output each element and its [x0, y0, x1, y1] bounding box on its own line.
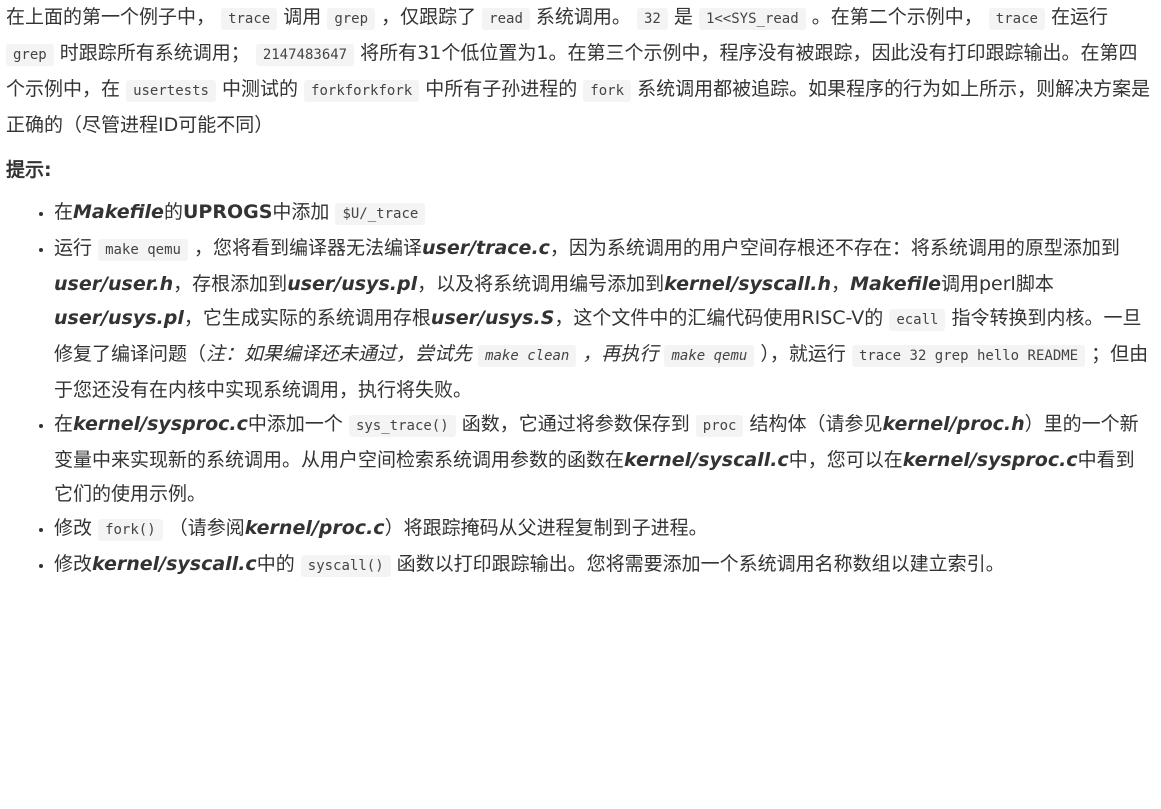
hint-item-makefile: 在Makefile的UPROGS中添加 $U/_trace [54, 195, 1153, 231]
intro-paragraph: 在上面的第一个例子中， trace 调用 grep ，仅跟踪了 read 系统调… [6, 0, 1153, 142]
file-name: kernel/syscall.h [664, 273, 832, 295]
file-name: user/usys.S [430, 307, 555, 329]
inline-code: grep [6, 44, 54, 66]
intro-text: 时跟踪所有系统调用； [59, 42, 250, 64]
hint-text: ，这个文件中的汇编代码使用RISC-V的 [554, 307, 884, 329]
file-name: kernel/sysproc.c [902, 449, 1078, 471]
hint-text: 函数以打印跟踪输出。您将需要添加一个系统调用名称数组以建立索引。 [396, 553, 1005, 575]
inline-code: trace [988, 8, 1045, 30]
hint-text: 调用perl脚本 [941, 273, 1054, 295]
file-name: kernel/syscall.c [624, 449, 789, 471]
hint-text: 在 [54, 413, 74, 435]
hint-text: 在 [54, 201, 74, 223]
intro-text: 。在第二个示例中， [811, 6, 983, 28]
intro-text: ，仅跟踪了 [381, 6, 477, 28]
inline-code: usertests [126, 80, 216, 102]
hint-text: ，因为系统调用的用户空间存根还不存在：将系统调用的原型添加到 [549, 237, 1120, 259]
hints-heading: 提示: [6, 159, 52, 181]
document-body: 在上面的第一个例子中， trace 调用 grep ，仅跟踪了 read 系统调… [0, 0, 1161, 583]
hint-text: 的 [163, 201, 183, 223]
file-name: Makefile [73, 201, 164, 223]
hint-text: ，您将看到编译器无法编译 [193, 237, 422, 259]
hint-text: 修改 [54, 517, 93, 539]
hint-item-sysproc: 在kernel/sysproc.c中添加一个 sys_trace() 函数，它通… [54, 407, 1153, 511]
file-name: user/user.h [54, 273, 174, 295]
inline-code: proc [695, 415, 744, 437]
inline-code: sys_trace() [348, 415, 456, 437]
hint-text: 中添加一个 [247, 413, 343, 435]
file-name: Makefile [850, 273, 941, 295]
inline-code: syscall() [300, 555, 391, 577]
hint-text: 函数，它通过将参数保存到 [461, 413, 690, 435]
inline-code: trace [221, 8, 278, 30]
inline-code: make clean [478, 345, 577, 367]
variable-name: UPROGS [182, 201, 273, 223]
inline-code: $U/_trace [335, 203, 426, 225]
inline-code: grep [327, 8, 376, 30]
hint-text: ）将跟踪掩码从父进程复制到子进程。 [384, 517, 708, 539]
inline-code: fork() [98, 519, 163, 541]
hint-item-fork: 修改 fork() （请参阅kernel/proc.c）将跟踪掩码从父进程复制到… [54, 511, 1153, 547]
hint-item-syscall: 修改kernel/syscall.c中的 syscall() 函数以打印跟踪输出… [54, 547, 1153, 583]
hint-text: ，它生成实际的系统调用存根 [183, 307, 431, 329]
note-text: 注：如果编译还未通过，尝试先 make clean ，再执行 make qemu [206, 343, 755, 367]
hints-list: 在Makefile的UPROGS中添加 $U/_trace 运行 make qe… [6, 195, 1153, 583]
file-name: user/usys.pl [54, 307, 184, 329]
note-text-part: ，再执行 [582, 343, 659, 365]
hint-text: ），就运行 [760, 343, 846, 365]
intro-text: 中测试的 [221, 78, 298, 100]
inline-code: make qemu [664, 345, 755, 367]
intro-text: 中所有子孙进程的 [425, 78, 578, 100]
hint-text: 中，您可以在 [788, 449, 903, 471]
hint-text: 修改 [54, 553, 93, 575]
intro-text: 是 [673, 6, 693, 28]
hint-text: ， [831, 273, 851, 295]
inline-code: 2147483647 [255, 44, 355, 66]
intro-text: 在运行 [1050, 6, 1108, 28]
inline-code: fork [583, 80, 632, 102]
file-name: user/usys.pl [287, 273, 418, 295]
file-name: kernel/sysproc.c [73, 413, 248, 435]
hint-text: 结构体（请参见 [749, 413, 883, 435]
note-text-part: 注：如果编译还未通过，尝试先 [206, 343, 473, 365]
inline-code: read [482, 8, 530, 30]
inline-code: 32 [636, 8, 668, 30]
hint-text: 运行 [54, 237, 93, 259]
inline-code: ecall [889, 309, 946, 331]
file-name: user/trace.c [421, 237, 550, 259]
hint-item-make-qemu: 运行 make qemu ，您将看到编译器无法编译user/trace.c，因为… [54, 231, 1153, 407]
hint-text: （请参阅 [168, 517, 245, 539]
file-name: kernel/proc.h [882, 413, 1025, 435]
intro-text: 在上面的第一个例子中， [6, 6, 216, 28]
inline-code: make qemu [98, 239, 188, 261]
inline-code: trace 32 grep hello README [851, 345, 1086, 367]
hint-text: 中添加 [272, 201, 330, 223]
hint-text: 中的 [256, 553, 295, 575]
hint-text: ，以及将系统调用编号添加到 [417, 273, 665, 295]
intro-text: 系统调用。 [535, 6, 631, 28]
intro-text: 调用 [283, 6, 322, 28]
file-name: kernel/proc.c [244, 517, 385, 539]
inline-code: 1<<SYS_read [698, 8, 806, 30]
inline-code: forkforkfork [304, 80, 420, 102]
file-name: kernel/syscall.c [92, 553, 257, 575]
hint-text: ，存根添加到 [173, 273, 288, 295]
